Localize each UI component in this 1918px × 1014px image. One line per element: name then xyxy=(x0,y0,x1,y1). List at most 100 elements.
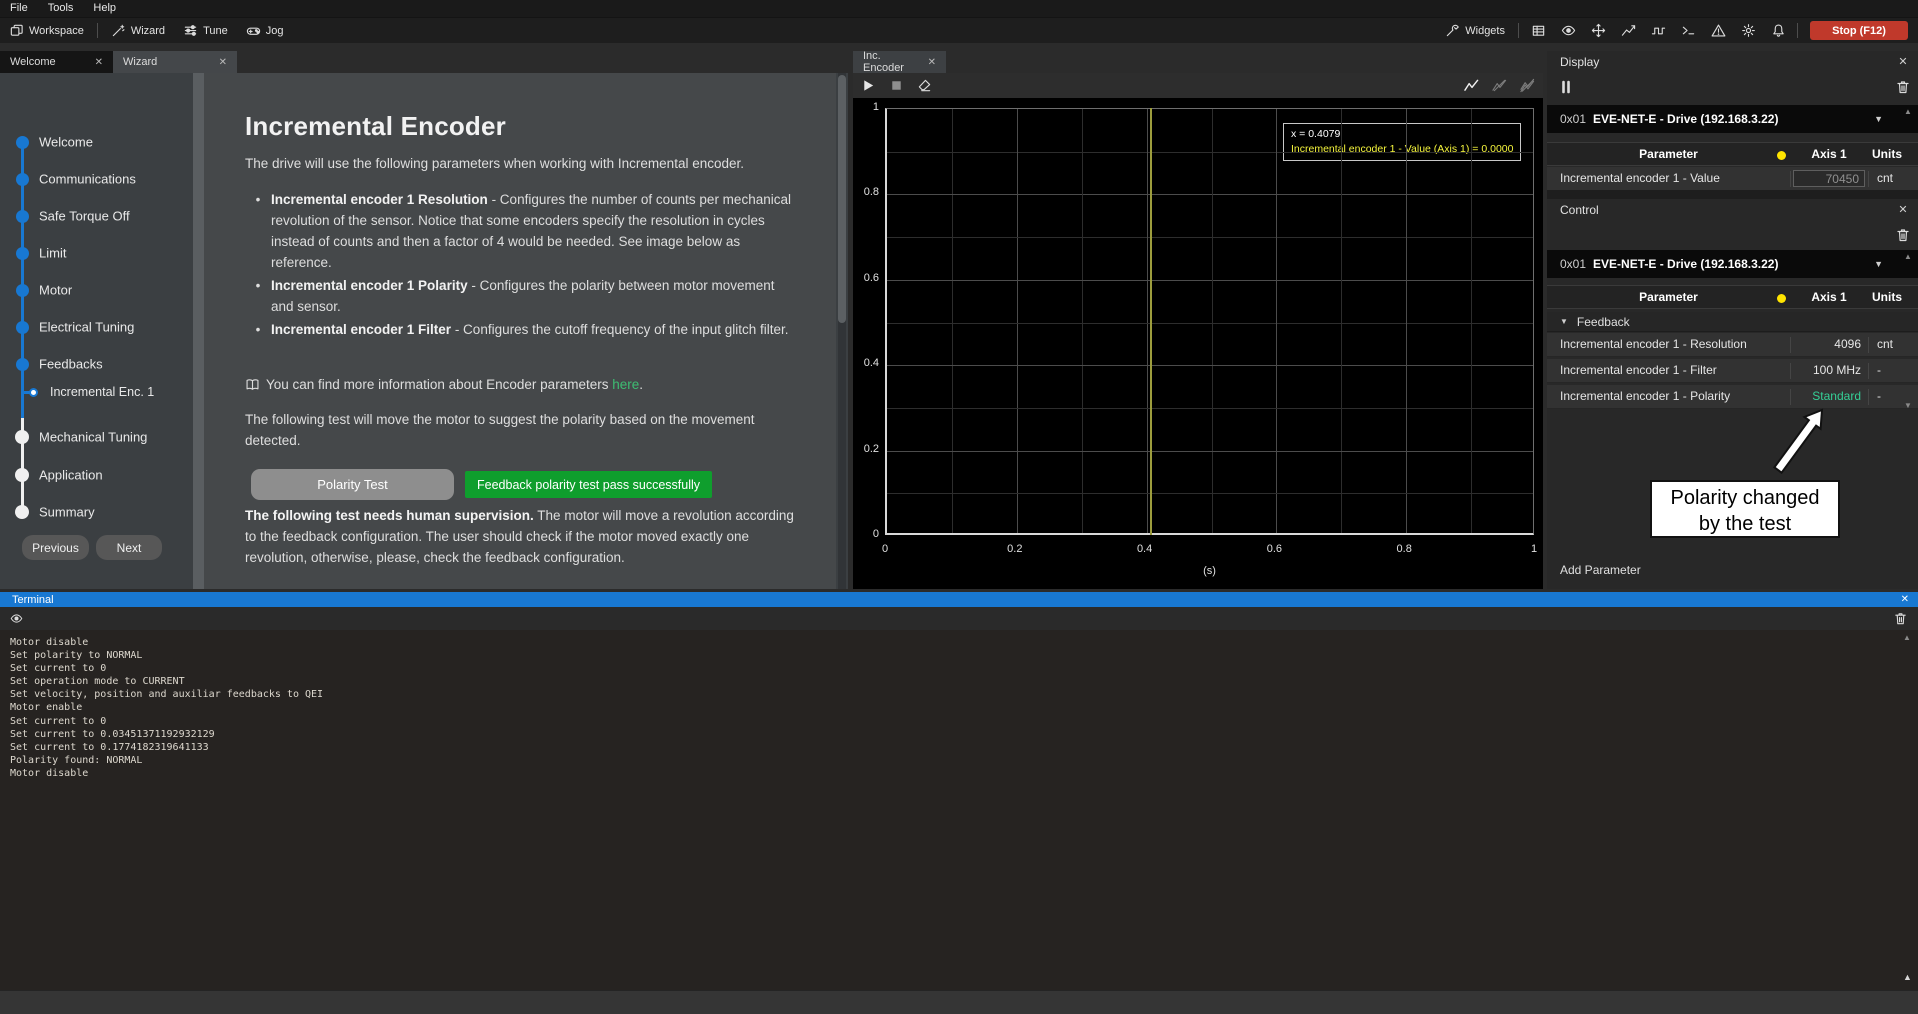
square-wave-icon xyxy=(1651,23,1666,38)
sidebar-item-welcome[interactable]: Welcome xyxy=(39,135,93,150)
tab-welcome[interactable]: Welcome ✕ xyxy=(0,51,113,73)
previous-button[interactable]: Previous xyxy=(22,535,89,560)
close-icon[interactable]: ✕ xyxy=(95,57,103,68)
sidebar-item-motor[interactable]: Motor xyxy=(39,283,72,298)
parameter-units: cnt xyxy=(1868,337,1917,353)
close-icon[interactable]: ✕ xyxy=(1895,203,1911,216)
step-dot-current[interactable] xyxy=(29,388,38,397)
terminal-line: Set operation mode to CURRENT xyxy=(10,675,1918,688)
parameter-value-field[interactable]: 4096 xyxy=(1790,337,1869,353)
toolbar-wizard-button[interactable]: Wizard xyxy=(102,18,174,43)
sidebar-item-incremental-enc-1[interactable]: Incremental Enc. 1 xyxy=(50,385,154,399)
sidebar-item-limit[interactable]: Limit xyxy=(39,246,66,261)
terminal-prompt-button[interactable] xyxy=(1673,23,1703,38)
step-dot-done[interactable] xyxy=(16,247,29,260)
scroll-up-icon[interactable]: ▲ xyxy=(1901,252,1915,261)
sidebar-scrollbar[interactable] xyxy=(193,73,204,589)
gridline-vertical xyxy=(1017,109,1018,533)
close-icon[interactable]: ✕ xyxy=(928,57,936,68)
step-dot-done[interactable] xyxy=(16,210,29,223)
terminal-title-bar[interactable]: Terminal ✕ xyxy=(0,592,1918,607)
x-tick-label: 0.2 xyxy=(995,543,1035,555)
signal-lines-off-icon[interactable] xyxy=(1520,78,1535,93)
gridline-horizontal xyxy=(887,451,1533,452)
warning-button[interactable] xyxy=(1703,23,1733,38)
sidebar-item-mechanical-tuning[interactable]: Mechanical Tuning xyxy=(39,430,147,445)
step-dot-done[interactable] xyxy=(16,173,29,186)
gear-button[interactable] xyxy=(1733,23,1763,38)
sidebar-item-electrical-tuning[interactable]: Electrical Tuning xyxy=(39,320,134,335)
eye-button[interactable] xyxy=(1553,23,1583,38)
step-dot-todo[interactable] xyxy=(15,430,29,444)
line-chart-icon xyxy=(1621,23,1636,38)
play-icon[interactable] xyxy=(861,78,876,93)
display-drive-dropdown[interactable]: 0x01 EVE-NET-E - Drive (192.168.3.22) ▼ xyxy=(1547,105,1918,133)
trash-icon[interactable] xyxy=(1895,227,1911,243)
step-dot-done[interactable] xyxy=(16,136,29,149)
control-drive-dropdown[interactable]: 0x01 EVE-NET-E - Drive (192.168.3.22) ▼ xyxy=(1547,250,1918,278)
bullet-item: •Incremental encoder 1 Polarity - Config… xyxy=(245,275,805,317)
step-dot-todo[interactable] xyxy=(15,505,29,519)
step-dot-done[interactable] xyxy=(16,284,29,297)
pause-icon[interactable] xyxy=(1558,79,1574,95)
signal-line-icon[interactable] xyxy=(1464,78,1479,93)
scope-cursor-line[interactable] xyxy=(1150,108,1152,535)
here-link[interactable]: here xyxy=(612,377,639,392)
move-button[interactable] xyxy=(1583,23,1613,38)
stop-button[interactable]: Stop (F12) xyxy=(1810,21,1908,40)
line-chart-button[interactable] xyxy=(1613,23,1643,38)
trash-icon[interactable] xyxy=(1893,611,1908,626)
tab-wizard[interactable]: Wizard ✕ xyxy=(113,51,237,73)
content-scrollbar-thumb[interactable] xyxy=(838,75,846,323)
menu-item-help[interactable]: Help xyxy=(83,0,126,17)
next-button[interactable]: Next xyxy=(96,535,162,560)
widgets-button[interactable]: Widgets xyxy=(1436,18,1514,43)
step-dot-done[interactable] xyxy=(16,321,29,334)
signal-line-off-icon[interactable] xyxy=(1492,78,1507,93)
sidebar-item-summary[interactable]: Summary xyxy=(39,505,95,520)
bullet-dot: • xyxy=(245,319,271,340)
eye-icon[interactable] xyxy=(10,612,23,625)
table-grid-button[interactable] xyxy=(1523,23,1553,38)
step-dot-done[interactable] xyxy=(16,358,29,371)
parameter-value-field[interactable]: Standard xyxy=(1790,389,1869,405)
close-icon[interactable]: ✕ xyxy=(1895,55,1911,68)
sidebar-item-feedbacks[interactable]: Feedbacks xyxy=(39,357,103,372)
gridline-vertical xyxy=(1406,109,1407,533)
scroll-down-icon[interactable]: ▼ xyxy=(1901,401,1915,410)
gridline-vertical xyxy=(1341,109,1342,533)
eraser-icon[interactable] xyxy=(917,78,932,93)
display-section-title: Display xyxy=(1560,55,1599,69)
menu-item-file[interactable]: File xyxy=(0,0,38,17)
stop-square-icon[interactable] xyxy=(889,78,904,93)
close-icon[interactable]: ✕ xyxy=(219,57,227,68)
scroll-up-icon[interactable]: ▲ xyxy=(1901,107,1915,116)
close-icon[interactable]: ✕ xyxy=(1901,594,1918,605)
toolbar-jog-button[interactable]: Jog xyxy=(237,18,293,43)
polarity-test-button[interactable]: Polarity Test xyxy=(251,469,454,500)
bell-button[interactable] xyxy=(1763,23,1793,38)
wizard-content: Incremental Encoder The drive will use t… xyxy=(204,73,836,589)
square-wave-button[interactable] xyxy=(1643,23,1673,38)
collapse-arrow-icon: ▼ xyxy=(1560,317,1568,326)
table-grid-icon xyxy=(1531,23,1546,38)
scroll-up-icon[interactable]: ▲ xyxy=(1903,633,1911,642)
step-dot-todo[interactable] xyxy=(15,468,29,482)
bullet-desc: - Configures the cutoff frequency of the… xyxy=(451,322,788,337)
menu-item-tools[interactable]: Tools xyxy=(38,0,84,17)
toolbar-tune-button[interactable]: Tune xyxy=(174,18,237,43)
parameter-value-field[interactable]: 100 MHz xyxy=(1790,363,1869,379)
scope-plot[interactable]: x = 0.4079 Incremental encoder 1 - Value… xyxy=(853,98,1543,589)
sidebar-item-safe-torque-off[interactable]: Safe Torque Off xyxy=(39,209,130,224)
tab-inc-encoder[interactable]: Inc. Encoder ✕ xyxy=(853,51,946,73)
terminal-line: Motor disable xyxy=(10,636,1918,649)
trash-icon[interactable] xyxy=(1895,79,1911,95)
sidebar-item-application[interactable]: Application xyxy=(39,468,103,483)
toolbar-icon-group xyxy=(1523,23,1793,38)
add-parameter-button[interactable]: Add Parameter xyxy=(1560,563,1641,577)
sidebar-item-communications[interactable]: Communications xyxy=(39,172,136,187)
feedback-group-row[interactable]: ▼ Feedback xyxy=(1547,312,1918,332)
gear-icon xyxy=(1741,23,1756,38)
toolbar-workspace-button[interactable]: Workspace xyxy=(0,18,93,43)
scroll-up-icon[interactable]: ▲ xyxy=(1903,972,1912,982)
